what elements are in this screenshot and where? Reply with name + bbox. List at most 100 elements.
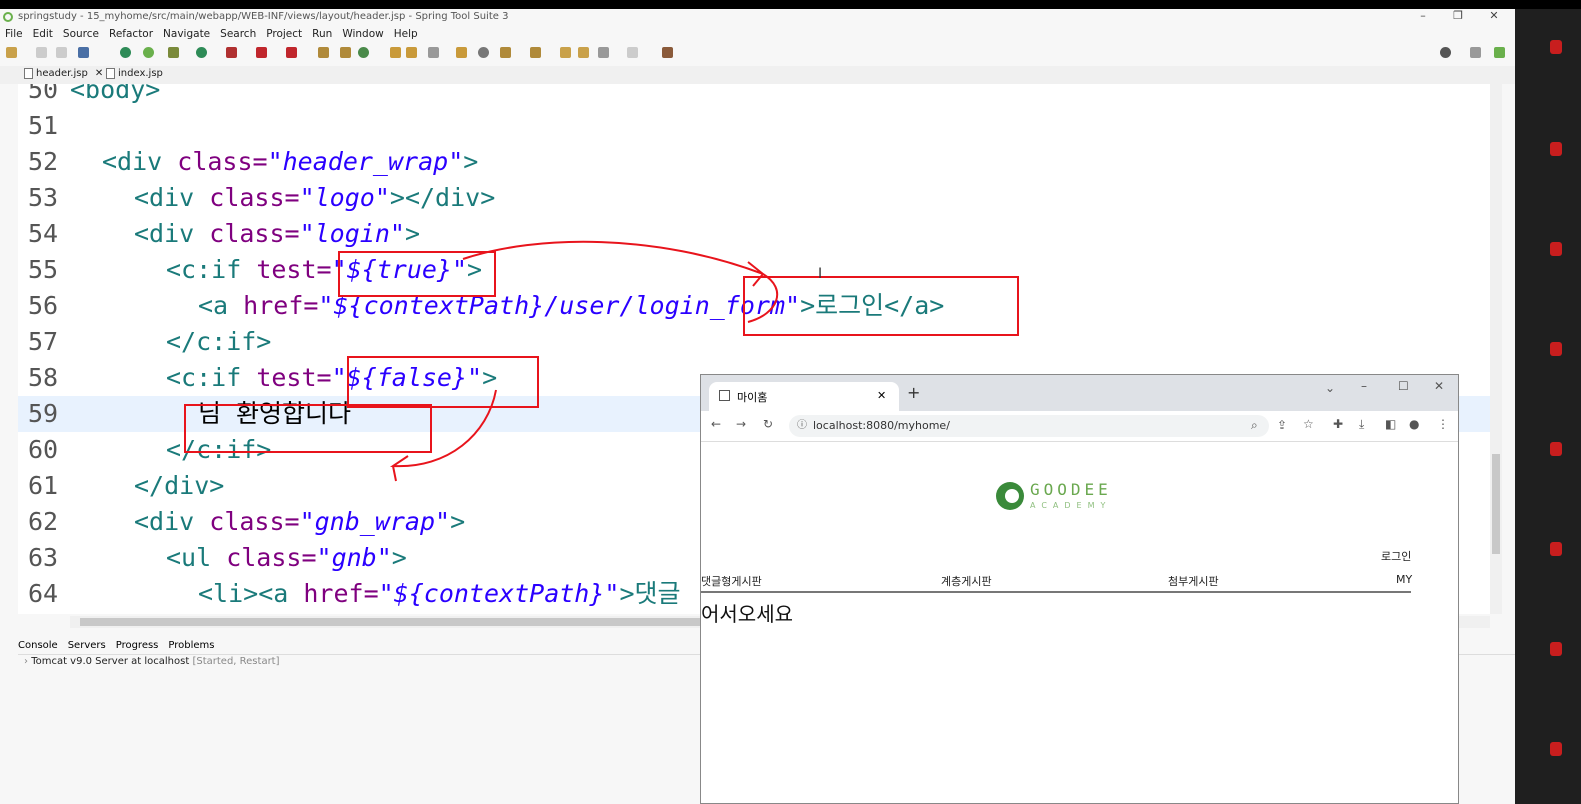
browser-tab-bar: 마이홈 ✕ + ⌄ – ☐ ✕ — [701, 375, 1458, 411]
tab-search-icon[interactable]: ⌄ — [1325, 381, 1335, 395]
tab-close-icon[interactable]: ✕ — [95, 68, 103, 79]
logo-text: GOODEE — [1030, 480, 1112, 499]
bookmark-star-icon[interactable]: ☆ — [1303, 417, 1314, 431]
editor-tabs: header.jsp ✕ index.jsp — [0, 66, 1515, 84]
menu-run[interactable]: Run — [307, 26, 337, 42]
menu-help[interactable]: Help — [389, 26, 423, 42]
zoom-icon[interactable]: ⌕ — [1251, 418, 1258, 433]
pin-editor-icon[interactable] — [662, 47, 673, 58]
address-bar-row: ← → ↻ ⓘ localhost:8080/myhome/ ⌕ ⇪ ☆ ✚ ⤓… — [701, 411, 1458, 442]
forward-icon[interactable] — [627, 47, 638, 58]
stop-icon[interactable] — [256, 47, 267, 58]
browser-tab[interactable]: 마이홈 ✕ — [709, 382, 899, 411]
back-icon[interactable] — [598, 47, 609, 58]
forward-arrow-icon[interactable]: → — [736, 417, 746, 431]
tab-header-jsp[interactable]: header.jsp ✕ — [24, 68, 103, 79]
menu-kebab-icon[interactable]: ⋮ — [1437, 417, 1449, 431]
share-icon[interactable]: ⇪ — [1277, 418, 1287, 432]
save-icon[interactable] — [36, 47, 47, 58]
debug-icon[interactable] — [168, 47, 179, 58]
nav-attach-board[interactable]: 첨부게시판 — [1168, 573, 1219, 589]
scroll-thumb[interactable] — [1492, 454, 1500, 554]
menu-search[interactable]: Search — [215, 26, 261, 42]
close-button[interactable]: ✕ — [1484, 9, 1504, 22]
tab-progress[interactable]: Progress — [116, 640, 159, 651]
web-page: GOODEE ACADEMY 로그인 댓글형게시판 계층게시판 첨부게시판 MY… — [701, 442, 1458, 802]
window-title: springstudy - 15_myhome/src/main/webapp/… — [18, 11, 509, 22]
refresh-icon[interactable] — [143, 47, 154, 58]
side-panel-icon[interactable]: ◧ — [1385, 417, 1396, 431]
minimize-button[interactable]: – — [1413, 9, 1433, 22]
mic-muted-icon — [1550, 642, 1562, 656]
menu-refactor[interactable]: Refactor — [104, 26, 158, 42]
globe-icon[interactable] — [478, 47, 489, 58]
nav-hierarchy-board[interactable]: 계층게시판 — [941, 573, 992, 589]
title-bar: springstudy - 15_myhome/src/main/webapp/… — [0, 9, 1515, 26]
task-icon[interactable] — [456, 47, 467, 58]
run-config-icon[interactable] — [226, 47, 237, 58]
next-annotation-icon[interactable] — [530, 47, 541, 58]
restore-button[interactable]: ❐ — [1448, 9, 1468, 22]
perspective-icon[interactable] — [1470, 47, 1481, 58]
menu-bar: File Edit Source Refactor Navigate Searc… — [0, 26, 423, 42]
text-cursor-icon: I — [818, 266, 823, 282]
tab-problems[interactable]: Problems — [168, 640, 214, 651]
new-icon[interactable] — [6, 47, 17, 58]
browser-minimize-button[interactable]: – — [1361, 379, 1367, 393]
menu-source[interactable]: Source — [58, 26, 104, 42]
new-class-icon[interactable] — [358, 47, 369, 58]
menu-window[interactable]: Window — [337, 26, 388, 42]
save-all-icon[interactable] — [56, 47, 67, 58]
menu-edit[interactable]: Edit — [28, 26, 58, 42]
login-link[interactable]: 로그인 — [1381, 548, 1411, 564]
back-arrow-icon[interactable]: ← — [711, 417, 721, 431]
tab-close-icon[interactable]: ✕ — [877, 389, 886, 402]
logo-subtext: ACADEMY — [1030, 501, 1112, 510]
logo-inner — [1005, 489, 1019, 503]
toolbar — [0, 43, 1515, 63]
search-tool-icon[interactable] — [428, 47, 439, 58]
browser-close-button[interactable]: ✕ — [1434, 379, 1444, 393]
server-entry[interactable]: › Tomcat v9.0 Server at localhost [Start… — [24, 656, 280, 667]
profile-icon[interactable]: ● — [1409, 417, 1419, 431]
search-icon[interactable] — [1440, 47, 1451, 58]
open-resource-icon[interactable] — [406, 47, 417, 58]
welcome-text: 어서오세요 — [701, 602, 793, 626]
tab-index-jsp[interactable]: index.jsp — [106, 68, 163, 79]
goodee-logo[interactable]: GOODEE ACADEMY — [994, 478, 1119, 514]
run-icon[interactable] — [196, 47, 207, 58]
tab-servers[interactable]: Servers — [68, 640, 106, 651]
last-edit-icon[interactable] — [560, 47, 571, 58]
spring-perspective-icon[interactable] — [1494, 47, 1505, 58]
nav-divider — [701, 591, 1411, 593]
mic-muted-icon — [1550, 40, 1562, 54]
menu-navigate[interactable]: Navigate — [158, 26, 215, 42]
nav-comment-board[interactable]: 댓글형게시판 — [701, 573, 762, 589]
new-tab-button[interactable]: + — [907, 383, 920, 402]
external-tools-icon[interactable] — [286, 47, 297, 58]
boot-dashboard-icon[interactable] — [120, 47, 131, 58]
tab-label: index.jsp — [118, 68, 163, 79]
extensions-icon[interactable]: ✚ — [1333, 417, 1343, 431]
url-field[interactable]: ⓘ localhost:8080/myhome/ — [789, 415, 1269, 437]
file-icon — [24, 68, 33, 79]
mic-muted-icon — [1550, 242, 1562, 256]
reload-icon[interactable]: ↻ — [763, 417, 773, 431]
open-type-icon[interactable] — [390, 47, 401, 58]
hscroll-thumb[interactable] — [80, 618, 700, 626]
menu-project[interactable]: Project — [261, 26, 307, 42]
browser-maximize-button[interactable]: ☐ — [1398, 379, 1409, 393]
new-package-icon[interactable] — [340, 47, 351, 58]
new-project-icon[interactable] — [318, 47, 329, 58]
vertical-scrollbar[interactable] — [1490, 84, 1502, 614]
file-icon — [106, 68, 115, 79]
menu-file[interactable]: File — [0, 26, 28, 42]
browser-tab-title: 마이홈 — [737, 391, 768, 404]
annotation-icon[interactable] — [500, 47, 511, 58]
mic-muted-icon — [1550, 542, 1562, 556]
nav-my[interactable]: MY — [1396, 573, 1412, 586]
tab-console[interactable]: Console — [18, 640, 58, 651]
console-icon[interactable] — [78, 47, 89, 58]
download-icon[interactable]: ⤓ — [1359, 417, 1364, 432]
forward-edit-icon[interactable] — [578, 47, 589, 58]
